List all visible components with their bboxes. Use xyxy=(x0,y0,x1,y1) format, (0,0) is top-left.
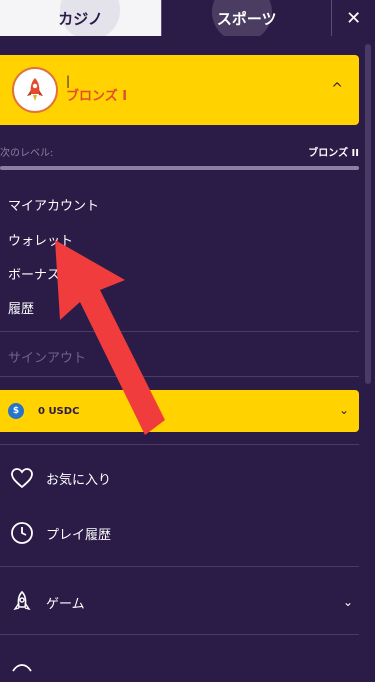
heart-icon xyxy=(8,464,36,492)
clock-icon xyxy=(8,519,36,547)
level-progress-bar xyxy=(0,166,359,170)
divider xyxy=(0,331,359,332)
level-card[interactable]: | ブロンズ I ^ xyxy=(0,55,359,125)
level-rank: ブロンズ I xyxy=(66,89,128,105)
menu-my-account[interactable]: マイアカウント xyxy=(8,195,99,214)
menu-history[interactable]: 履歴 xyxy=(8,298,34,317)
nav-play-history[interactable]: プレイ履歴 xyxy=(8,517,353,549)
divider xyxy=(0,566,359,567)
close-icon: ✕ xyxy=(346,7,362,29)
usdc-icon: $ xyxy=(8,403,24,419)
tab-casino-label: カジノ xyxy=(58,9,103,28)
nav-favorites[interactable]: お気に入り xyxy=(8,462,353,494)
level-username: | xyxy=(66,74,71,89)
rocket-badge-icon xyxy=(12,67,58,113)
next-level-label: 次のレベル: xyxy=(0,148,54,159)
wifi-icon xyxy=(8,652,36,680)
wallet-selector[interactable]: $ 0 USDC ⌄ xyxy=(0,390,359,432)
nav-play-history-label: プレイ履歴 xyxy=(46,527,112,543)
rocket-icon xyxy=(8,588,36,616)
chevron-down-icon: ⌄ xyxy=(342,595,353,609)
next-level-row: 次のレベル: ブロンズ II xyxy=(0,144,359,160)
menu-bonus[interactable]: ボーナス xyxy=(8,264,60,283)
nav-next-item[interactable] xyxy=(8,650,353,682)
divider xyxy=(0,634,359,635)
next-level-value: ブロンズ II xyxy=(308,148,359,159)
chevron-up-icon[interactable]: ^ xyxy=(331,81,343,97)
tab-sports-label: スポーツ xyxy=(216,9,277,28)
tab-sports[interactable]: スポーツ xyxy=(161,0,332,36)
nav-games[interactable]: ゲーム ⌄ xyxy=(8,586,353,618)
scrollbar[interactable] xyxy=(365,44,371,384)
level-info: | ブロンズ I xyxy=(66,74,127,105)
divider xyxy=(0,376,359,377)
chevron-down-icon: ⌄ xyxy=(338,403,349,417)
nav-favorites-label: お気に入り xyxy=(46,472,112,488)
close-button[interactable]: ✕ xyxy=(331,0,375,36)
level-progress-fill xyxy=(0,166,359,170)
nav-games-label: ゲーム xyxy=(46,596,85,612)
red-arrow-annotation xyxy=(55,240,165,435)
tab-casino[interactable]: カジノ xyxy=(0,0,162,36)
divider xyxy=(0,444,359,445)
top-bar: カジノ スポーツ ✕ xyxy=(0,0,375,36)
